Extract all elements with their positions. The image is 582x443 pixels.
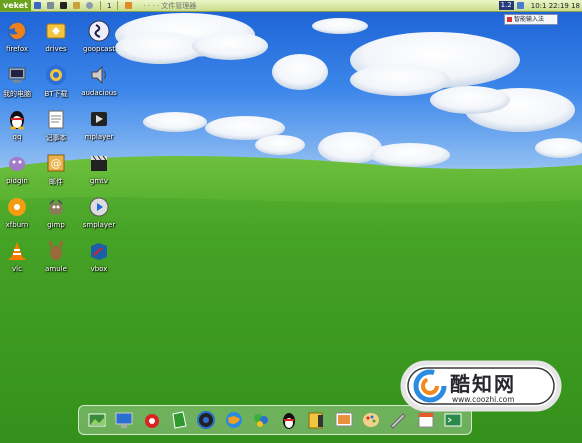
- firefox-icon: [7, 21, 27, 41]
- svg-text:@: @: [51, 157, 62, 170]
- desktop-icon-amule[interactable]: amule: [36, 240, 76, 273]
- desktop-icon-mail[interactable]: @ 邮件: [36, 152, 76, 187]
- language-indicator[interactable]: 1.2: [498, 1, 514, 10]
- terminal-icon[interactable]: [443, 410, 463, 430]
- speaker-icon: [91, 65, 106, 85]
- goopcast-icon: [88, 20, 110, 42]
- package-manager-icon[interactable]: [142, 410, 162, 430]
- palette-icon[interactable]: [361, 410, 381, 430]
- desktop-icon-my-computer[interactable]: 我的电脑: [0, 64, 37, 99]
- network-icon[interactable]: [516, 2, 524, 9]
- vbox-icon: [91, 243, 107, 260]
- desktop-icon-goopcast[interactable]: goopcast: [79, 20, 119, 53]
- image-editor-icon[interactable]: [334, 410, 354, 430]
- drive-icon: [46, 23, 66, 39]
- vlc-cone-icon: [9, 242, 25, 260]
- desktop-icon-smplayer[interactable]: smplayer: [79, 196, 119, 229]
- desktop-icon-vlc[interactable]: vlc: [0, 240, 37, 273]
- desktop-icon-gimp[interactable]: gimp: [36, 196, 76, 229]
- web-browser-icon[interactable]: [224, 410, 244, 430]
- mplayer-icon: [91, 112, 107, 126]
- top-panel: veket 1 · · · · 文件管理器 1.2 10:1 22:19 18: [0, 0, 582, 12]
- coozhi-watermark: 酷知网 www.coozhi.com: [400, 360, 564, 412]
- desktop-icon-xfburn[interactable]: xfburn: [0, 196, 37, 229]
- media-player-icon[interactable]: [196, 410, 216, 430]
- file-manager-icon[interactable]: [306, 410, 326, 430]
- panel-divider: [117, 1, 119, 10]
- desktop-icon-notepad[interactable]: 记事本: [36, 108, 76, 143]
- ime-label: 智能输入法: [514, 16, 545, 23]
- clapperboard-icon: [91, 155, 107, 171]
- desktop-icon-drives[interactable]: drives: [36, 20, 76, 53]
- watermark-name: 酷知网: [450, 372, 516, 396]
- terminal-icon[interactable]: [60, 2, 67, 9]
- pidgin-icon: [9, 157, 25, 171]
- desktop-icon-qq[interactable]: qq: [0, 108, 37, 141]
- mail-icon: @: [47, 154, 65, 172]
- pen-tool-icon[interactable]: [388, 410, 408, 430]
- calendar-icon[interactable]: [416, 410, 436, 430]
- desktop-icon-vbox[interactable]: vbox: [79, 240, 119, 273]
- watermark-url: www.coozhi.com: [452, 395, 515, 404]
- system-tray: 1.2 10:1 22:19 18: [498, 0, 580, 11]
- search-icon[interactable]: [86, 2, 93, 9]
- computer-icon: [8, 67, 26, 83]
- input-method-indicator[interactable]: 智能输入法: [504, 14, 558, 25]
- home-icon[interactable]: [73, 2, 80, 9]
- taskbar-window-button[interactable]: · · · · 文件管理器: [143, 1, 196, 11]
- desktop-icon-mplayer[interactable]: mplayer: [79, 108, 119, 141]
- user-icon[interactable]: [34, 2, 41, 9]
- veket-menu-button[interactable]: veket: [0, 0, 31, 11]
- chat-icon[interactable]: [251, 410, 271, 430]
- desktop-icon-pidgin[interactable]: pidgin: [0, 152, 37, 185]
- amule-icon: [48, 240, 64, 260]
- notepad-icon: [48, 110, 64, 129]
- desktop-icon-firefox[interactable]: firefox: [0, 20, 37, 53]
- workspace-switcher[interactable]: 1: [107, 2, 111, 10]
- notes-icon[interactable]: [169, 410, 189, 430]
- coozhi-logo-icon: [413, 369, 447, 403]
- task-window-icon[interactable]: [125, 2, 133, 9]
- ime-icon: [507, 17, 512, 22]
- bt-download-icon: [46, 65, 66, 85]
- desktop[interactable]: veket 1 · · · · 文件管理器 1.2 10:1 22:19 18 …: [0, 0, 582, 443]
- smplayer-icon: [89, 197, 109, 217]
- gimp-icon: [49, 199, 63, 215]
- settings-icon[interactable]: [47, 2, 54, 9]
- qq-penguin-icon[interactable]: [279, 410, 299, 430]
- desktop-icon-gmtv[interactable]: gmtv: [79, 152, 119, 185]
- image-viewer-icon[interactable]: [87, 410, 107, 430]
- qq-penguin-icon: [10, 111, 24, 130]
- panel-divider: [100, 1, 101, 10]
- clock[interactable]: 10:1 22:19 18: [531, 2, 580, 10]
- disc-burn-icon: [8, 198, 26, 216]
- desktop-icon-audacious[interactable]: audacious: [79, 64, 119, 97]
- monitor-icon[interactable]: [114, 410, 134, 430]
- desktop-icon-bt-download[interactable]: BT下载: [36, 64, 76, 99]
